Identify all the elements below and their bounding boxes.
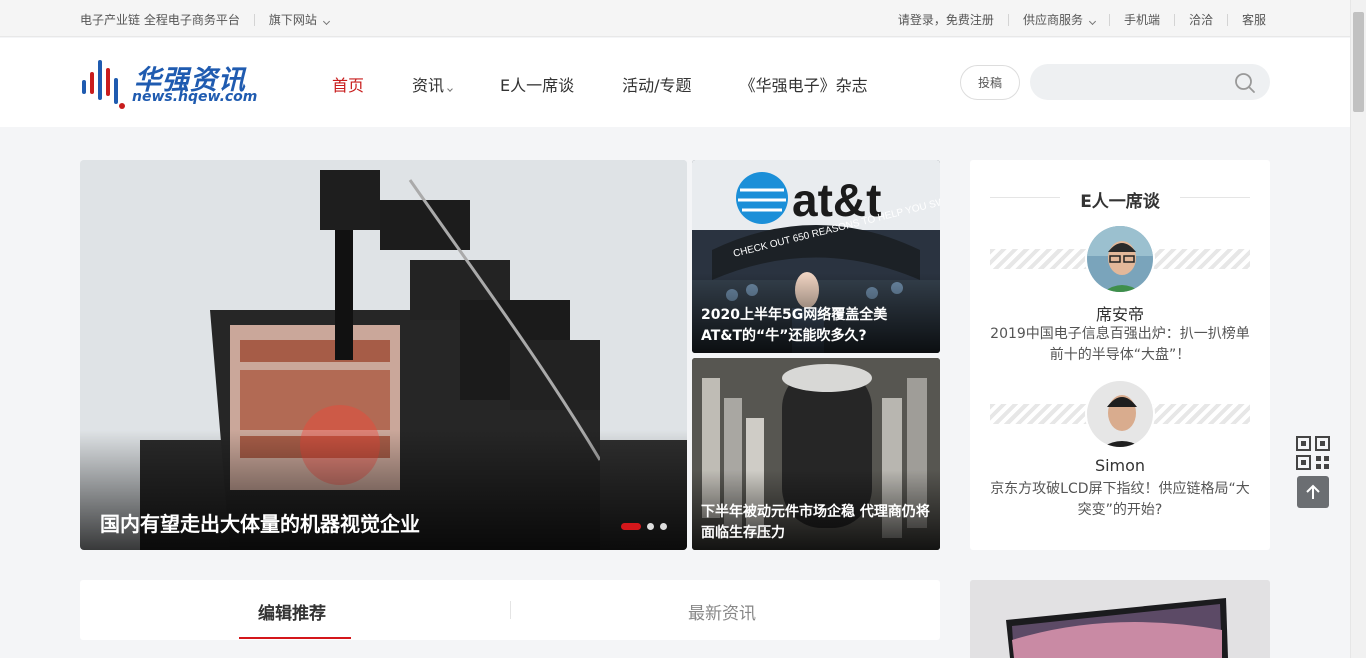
headline-carousel[interactable]: 国内有望走出大体量的机器视觉企业 bbox=[80, 160, 687, 550]
interview-title[interactable]: 2019中国电子信息百强出炉：扒一扒榜单前十的半导体“大盘”！ bbox=[990, 324, 1250, 366]
carousel-dot-1[interactable] bbox=[621, 523, 641, 530]
nav-events[interactable]: 活动/专题 bbox=[622, 72, 691, 96]
chevron-down-icon bbox=[322, 17, 330, 26]
supplier-service-dropdown[interactable]: 供应商服务 bbox=[1022, 11, 1096, 28]
carousel-indicators bbox=[615, 523, 667, 530]
side-news-title[interactable]: 下半年被动元件市场企稳 代理商仍将面临生存压力 bbox=[701, 502, 930, 544]
tab-editor-recommend[interactable]: 编辑推荐 bbox=[258, 599, 326, 624]
submit-article-button[interactable]: 投稿 bbox=[960, 65, 1020, 100]
search-box bbox=[1030, 64, 1270, 100]
tab-latest-news[interactable]: 最新资讯 bbox=[688, 599, 756, 624]
side-news-card[interactable]: at&t CHECK OUT 650 REASONS TO HELP YOU S… bbox=[692, 160, 940, 353]
tab-divider bbox=[510, 601, 511, 619]
divider bbox=[1007, 13, 1009, 26]
tv-photo bbox=[970, 580, 1270, 658]
active-tab-indicator bbox=[239, 637, 351, 639]
chevron-down-icon bbox=[447, 86, 453, 92]
divider bbox=[1173, 13, 1175, 26]
logo-bars-icon bbox=[82, 60, 125, 109]
nav-news-label: 资讯 bbox=[412, 76, 445, 95]
sites-dropdown[interactable]: 旗下网站 bbox=[268, 11, 330, 28]
nav-home[interactable]: 首页 bbox=[332, 72, 364, 96]
avatar-photo bbox=[1087, 226, 1153, 292]
customer-service-link[interactable]: 客服 bbox=[1242, 11, 1266, 28]
logo-domain-text: news.hqew.com bbox=[132, 89, 258, 105]
nav-news[interactable]: 资讯 bbox=[412, 72, 453, 96]
e-talk-panel: E人一席谈 席安帝 2019中国电子信息百强出炉：扒一扒榜单前十的半导体“大盘”… bbox=[970, 160, 1270, 550]
sites-label: 旗下网站 bbox=[268, 13, 317, 27]
top-bar: 电子产业链 全程电子商务平台 旗下网站 请登录，免费注册 供应商服务 手机端 洽… bbox=[0, 0, 1350, 37]
side-news-card[interactable]: 下半年被动元件市场企稳 代理商仍将面临生存压力 bbox=[692, 358, 940, 550]
interviewee-name[interactable]: 席安帝 bbox=[990, 301, 1250, 325]
carousel-dot-2[interactable] bbox=[647, 523, 654, 530]
arrow-up-icon bbox=[1306, 484, 1320, 499]
side-news-title[interactable]: 2020上半年5G网络覆盖全美 AT&T的“牛”还能吹多久? bbox=[701, 305, 930, 347]
avatar[interactable] bbox=[1085, 379, 1155, 449]
platform-slogan: 电子产业链 全程电子商务平台 bbox=[80, 13, 240, 27]
search-icon[interactable] bbox=[1234, 72, 1256, 94]
nav-magazine[interactable]: 《华强电子》杂志 bbox=[740, 72, 868, 96]
mobile-link[interactable]: 手机端 bbox=[1124, 11, 1160, 28]
nav-e-talk[interactable]: E人一席谈 bbox=[500, 72, 574, 96]
site-header: 华强资讯 news.hqew.com 首页 资讯 E人一席谈 活动/专题 《华强… bbox=[0, 38, 1350, 127]
chevron-down-icon bbox=[1088, 17, 1096, 26]
carousel-dot-3[interactable] bbox=[660, 523, 667, 530]
site-logo[interactable]: 华强资讯 news.hqew.com bbox=[80, 58, 257, 113]
interview-title[interactable]: 京东方攻破LCD屏下指纹！供应链格局“大突变”的开始? bbox=[990, 479, 1250, 521]
qiaqia-link[interactable]: 洽洽 bbox=[1189, 11, 1213, 28]
search-input[interactable] bbox=[1045, 72, 1225, 92]
avatar[interactable] bbox=[1085, 224, 1155, 294]
divider bbox=[1108, 13, 1110, 26]
scrollbar-thumb[interactable] bbox=[1353, 12, 1364, 112]
divider bbox=[1226, 13, 1228, 26]
page-scrollbar[interactable] bbox=[1350, 0, 1366, 658]
interviewee-name[interactable]: Simon bbox=[990, 456, 1250, 475]
e-talk-title: E人一席谈 bbox=[1080, 192, 1160, 212]
supplier-label: 供应商服务 bbox=[1022, 13, 1083, 27]
main-nav: 首页 资讯 E人一席谈 活动/专题 《华强电子》杂志 bbox=[332, 72, 916, 96]
qr-code-icon[interactable] bbox=[1296, 436, 1330, 470]
back-to-top-button[interactable] bbox=[1297, 476, 1329, 508]
carousel-caption[interactable]: 国内有望走出大体量的机器视觉企业 bbox=[100, 508, 420, 537]
content-tabs: 编辑推荐 最新资讯 bbox=[80, 580, 940, 640]
tv-display-photo[interactable] bbox=[970, 580, 1270, 658]
divider bbox=[253, 13, 255, 26]
login-register-link[interactable]: 请登录，免费注册 bbox=[898, 11, 994, 28]
avatar-photo bbox=[1087, 381, 1153, 447]
